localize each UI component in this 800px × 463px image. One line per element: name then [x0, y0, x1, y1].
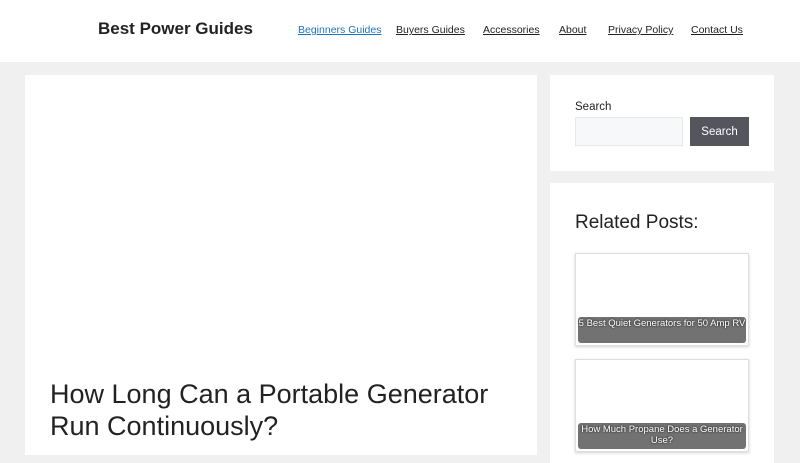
nav-buyers-guides[interactable]: Buyers Guides	[396, 24, 465, 36]
main-navigation: Beginners Guides Buyers Guides Accessori…	[0, 24, 800, 38]
related-post-thumbnail	[576, 360, 748, 422]
related-post-thumbnail	[576, 254, 748, 316]
featured-image	[25, 75, 537, 355]
search-input[interactable]	[575, 117, 683, 146]
site-header: Best Power Guides Beginners Guides Buyer…	[0, 0, 800, 62]
related-post-card[interactable]: 5 Best Quiet Generators for 50 Amp RV	[575, 253, 749, 346]
search-label: Search	[575, 101, 612, 113]
nav-beginners-guides[interactable]: Beginners Guides	[298, 24, 381, 36]
search-widget: Search Search	[550, 75, 774, 171]
related-post-card[interactable]: How Much Propane Does a Generator Use?	[575, 359, 749, 452]
post-title: How Long Can a Portable Generator Run Co…	[50, 379, 489, 441]
nav-accessories[interactable]: Accessories	[483, 24, 540, 36]
article-card: How Long Can a Portable Generator Run Co…	[25, 75, 537, 455]
related-post-title[interactable]: 5 Best Quiet Generators for 50 Amp RV	[578, 317, 746, 343]
related-posts-widget: Related Posts: 5 Best Quiet Generators f…	[550, 183, 774, 463]
nav-contact-us[interactable]: Contact Us	[691, 24, 743, 36]
related-post-title[interactable]: How Much Propane Does a Generator Use?	[578, 423, 746, 449]
related-posts-heading: Related Posts:	[575, 212, 699, 233]
nav-about[interactable]: About	[559, 24, 586, 36]
search-button[interactable]: Search	[690, 117, 749, 146]
nav-privacy-policy[interactable]: Privacy Policy	[608, 24, 673, 36]
